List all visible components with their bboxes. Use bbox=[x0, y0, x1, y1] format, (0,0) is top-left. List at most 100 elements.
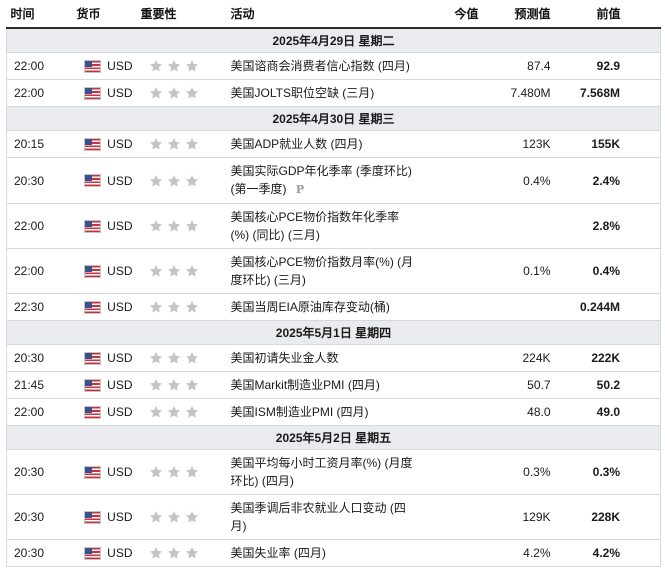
event-previous: 0.3% bbox=[554, 449, 661, 495]
event-name[interactable]: 美国ISM制造业PMI (四月) bbox=[231, 405, 369, 419]
importance-cell bbox=[136, 157, 227, 204]
us-flag-icon bbox=[83, 300, 102, 314]
event-actual bbox=[422, 52, 483, 80]
event-name[interactable]: 美国季调后非农就业人口变动 (四月) bbox=[231, 501, 406, 533]
header-event[interactable]: 活动 bbox=[226, 0, 423, 29]
event-time: 20:30 bbox=[6, 449, 73, 495]
star-icon bbox=[149, 466, 162, 478]
table-row[interactable]: 20:15 USD 美国ADP就业人数 (四月) 123K 155K bbox=[6, 130, 661, 158]
event-currency-cell: USD bbox=[72, 371, 137, 399]
event-name-cell[interactable]: 美国当周EIA原油库存变动(桶) bbox=[226, 293, 423, 321]
event-name-cell[interactable]: 美国季调后非农就业人口变动 (四月) bbox=[226, 494, 423, 540]
event-name-cell[interactable]: 美国初请失业金人数 bbox=[226, 344, 423, 372]
us-flag-icon bbox=[83, 59, 102, 73]
table-row[interactable]: 21:45 USD 美国Markit制造业PMI (四月) 50.7 50.2 bbox=[6, 371, 661, 399]
star-icon bbox=[167, 406, 180, 418]
header-forecast[interactable]: 预测值 bbox=[482, 0, 555, 29]
event-name[interactable]: 美国JOLTS职位空缺 (三月) bbox=[231, 86, 375, 100]
event-name-cell[interactable]: 美国核心PCE物价指数月率(%) (月度环比) (三月) bbox=[226, 248, 423, 294]
importance-stars bbox=[141, 546, 223, 560]
currency-code: USD bbox=[107, 86, 133, 100]
table-row[interactable]: 22:00 USD 美国核心PCE物价指数月率(%) (月度环比) (三月) 0.1%… bbox=[6, 248, 661, 294]
event-name[interactable]: 美国Markit制造业PMI (四月) bbox=[231, 378, 380, 392]
day-header-row: 2025年5月2日 星期五 bbox=[6, 425, 661, 450]
event-name-cell[interactable]: 美国ISM制造业PMI (四月) bbox=[226, 398, 423, 426]
event-actual bbox=[422, 130, 483, 158]
event-actual bbox=[422, 203, 483, 249]
day-header-row: 2025年4月29日 星期二 bbox=[6, 28, 661, 53]
importance-cell bbox=[136, 371, 227, 399]
star-icon bbox=[149, 547, 162, 559]
event-name[interactable]: 美国核心PCE物价指数月率(%) (月度环比) (三月) bbox=[231, 255, 414, 287]
star-icon bbox=[185, 265, 198, 277]
header-row: 时间 货币 重要性 活动 今值 预测值 前值 bbox=[6, 0, 661, 29]
star-icon bbox=[167, 379, 180, 391]
event-previous: 92.9 bbox=[554, 52, 661, 80]
currency-code: USD bbox=[107, 405, 133, 419]
p-mark-icon: P bbox=[295, 183, 305, 196]
header-previous[interactable]: 前值 bbox=[554, 0, 661, 29]
importance-cell bbox=[136, 52, 227, 80]
event-name[interactable]: 美国当周EIA原油库存变动(桶) bbox=[231, 300, 390, 314]
table-row[interactable]: 22:00 USD 美国ISM制造业PMI (四月) 48.0 49.0 bbox=[6, 398, 661, 426]
event-name[interactable]: 美国初请失业金人数 bbox=[231, 351, 339, 365]
day-label: 2025年4月30日 星期三 bbox=[6, 106, 661, 131]
importance-stars bbox=[141, 405, 223, 419]
table-row[interactable]: 22:00 USD 美国核心PCE物价指数年化季率 (%) (同比) (三月) 2.8… bbox=[6, 203, 661, 249]
event-name-cell[interactable]: 美国谘商会消费者信心指数 (四月) bbox=[226, 52, 423, 80]
event-currency-cell: USD bbox=[72, 203, 137, 249]
importance-stars bbox=[141, 86, 223, 100]
event-actual bbox=[422, 157, 483, 204]
table-row[interactable]: 20:30 USD 美国实际GDP年化季率 (季度环比) (第一季度) P 0.4% 2… bbox=[6, 157, 661, 204]
us-flag-icon bbox=[83, 546, 102, 560]
table-row[interactable]: 22:00 USD 美国JOLTS职位空缺 (三月) 7.480M 7.568M bbox=[6, 79, 661, 107]
event-currency-cell: USD bbox=[72, 130, 137, 158]
event-name[interactable]: 美国谘商会消费者信心指数 (四月) bbox=[231, 59, 410, 73]
economic-calendar: 时间 货币 重要性 活动 今值 预测值 前值 2025年4月29日 星期二 22:… bbox=[6, 0, 665, 567]
event-name-cell[interactable]: 美国实际GDP年化季率 (季度环比) (第一季度) P bbox=[226, 157, 423, 204]
table-row[interactable]: 22:00 USD 美国谘商会消费者信心指数 (四月) 87.4 92.9 bbox=[6, 52, 661, 80]
table-row[interactable]: 20:30 USD 美国失业率 (四月) 4.2% 4.2% bbox=[6, 539, 661, 567]
table-row[interactable]: 20:30 USD 美国平均每小时工资月率(%) (月度环比) (四月) 0.3% 0.… bbox=[6, 449, 661, 495]
importance-stars bbox=[141, 59, 223, 73]
currency-code: USD bbox=[107, 465, 133, 479]
importance-cell bbox=[136, 293, 227, 321]
currency-code: USD bbox=[107, 351, 133, 365]
importance-cell bbox=[136, 344, 227, 372]
event-name[interactable]: 美国失业率 (四月) bbox=[231, 546, 326, 560]
event-time: 22:00 bbox=[6, 398, 73, 426]
event-time: 22:00 bbox=[6, 79, 73, 107]
event-name[interactable]: 美国ADP就业人数 (四月) bbox=[231, 137, 363, 151]
day-header-row: 2025年4月30日 星期三 bbox=[6, 106, 661, 131]
importance-cell bbox=[136, 79, 227, 107]
us-flag-icon bbox=[83, 465, 102, 479]
event-name[interactable]: 美国实际GDP年化季率 (季度环比) (第一季度) bbox=[231, 164, 412, 196]
header-time[interactable]: 时间 bbox=[6, 0, 73, 29]
event-previous: 7.568M bbox=[554, 79, 661, 107]
event-name-cell[interactable]: 美国平均每小时工资月率(%) (月度环比) (四月) bbox=[226, 449, 423, 495]
event-time: 21:45 bbox=[6, 371, 73, 399]
event-name[interactable]: 美国平均每小时工资月率(%) (月度环比) (四月) bbox=[231, 456, 413, 488]
table-row[interactable]: 20:30 USD 美国初请失业金人数 224K 222K bbox=[6, 344, 661, 372]
event-name-cell[interactable]: 美国失业率 (四月) bbox=[226, 539, 423, 567]
event-name-cell[interactable]: 美国核心PCE物价指数年化季率 (%) (同比) (三月) bbox=[226, 203, 423, 249]
table-row[interactable]: 22:30 USD 美国当周EIA原油库存变动(桶) 0.244M bbox=[6, 293, 661, 321]
star-icon bbox=[149, 87, 162, 99]
event-name-cell[interactable]: 美国JOLTS职位空缺 (三月) bbox=[226, 79, 423, 107]
header-actual[interactable]: 今值 bbox=[422, 0, 483, 29]
star-icon bbox=[149, 265, 162, 277]
table-row[interactable]: 20:30 USD 美国季调后非农就业人口变动 (四月) 129K 228K bbox=[6, 494, 661, 540]
event-previous: 0.244M bbox=[554, 293, 661, 321]
star-icon bbox=[167, 174, 180, 186]
currency-code: USD bbox=[107, 59, 133, 73]
us-flag-icon bbox=[83, 378, 102, 392]
header-currency[interactable]: 货币 bbox=[72, 0, 137, 29]
event-currency-cell: USD bbox=[72, 248, 137, 294]
star-icon bbox=[149, 174, 162, 186]
event-name[interactable]: 美国核心PCE物价指数年化季率 (%) (同比) (三月) bbox=[231, 210, 400, 242]
header-importance[interactable]: 重要性 bbox=[136, 0, 227, 29]
importance-cell bbox=[136, 130, 227, 158]
event-name-cell[interactable]: 美国ADP就业人数 (四月) bbox=[226, 130, 423, 158]
event-name-cell[interactable]: 美国Markit制造业PMI (四月) bbox=[226, 371, 423, 399]
event-actual bbox=[422, 344, 483, 372]
